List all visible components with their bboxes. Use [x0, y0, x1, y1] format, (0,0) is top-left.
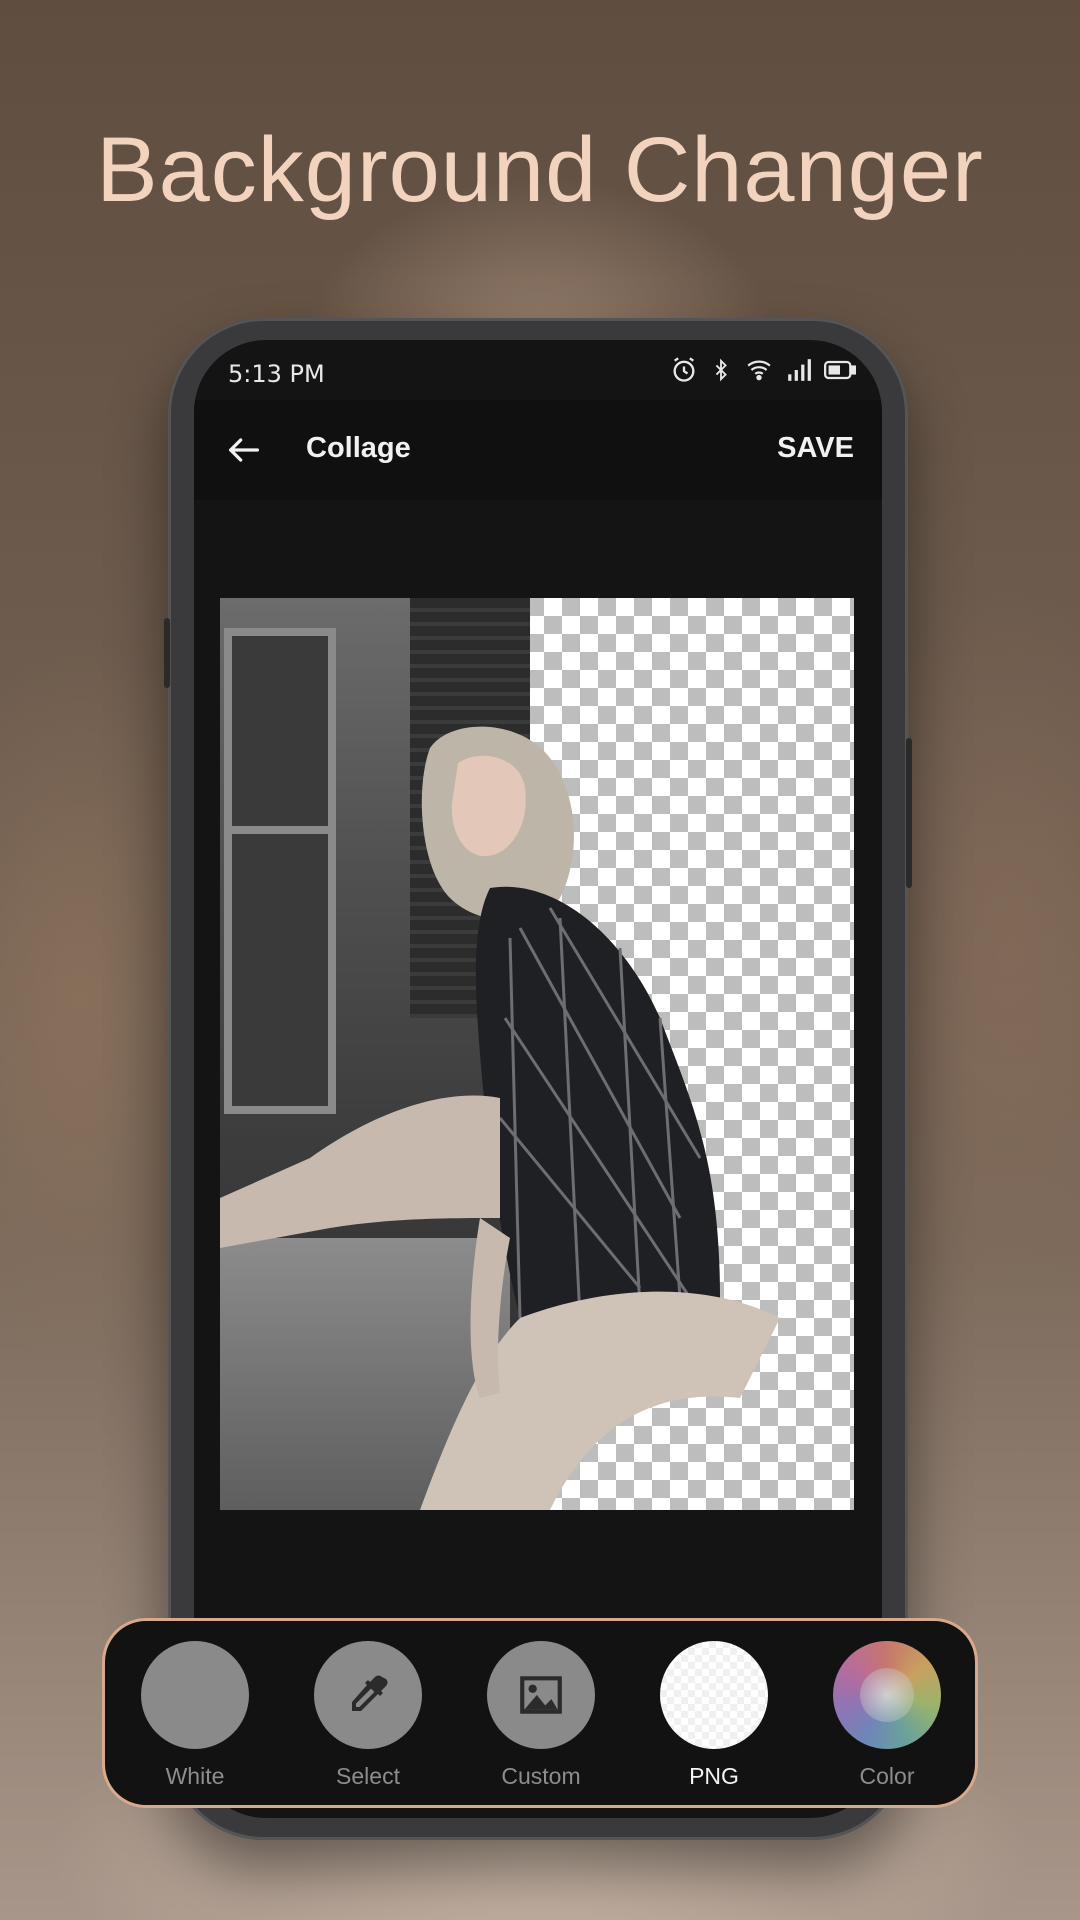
white-swatch [141, 1641, 249, 1749]
option-select[interactable]: Select [308, 1641, 428, 1790]
save-button[interactable]: SAVE [777, 432, 854, 465]
signal-icon [788, 359, 811, 381]
transparent-checker-swatch [660, 1641, 768, 1749]
option-custom[interactable]: Custom [481, 1641, 601, 1790]
wifi-icon [747, 360, 771, 381]
option-white[interactable]: White [135, 1641, 255, 1790]
color-wheel-icon [833, 1641, 941, 1749]
color-wheel-center [860, 1668, 914, 1722]
option-label: Select [336, 1763, 400, 1789]
phone-side-button [164, 618, 170, 688]
subject-cutout [220, 726, 780, 1510]
battery-icon [824, 360, 856, 380]
image-icon [520, 1676, 562, 1714]
phone-side-button [906, 738, 912, 888]
phone-frame: 5:13 PM Collage SAVE [164, 318, 912, 1840]
background-options-panel: White Select Custom PNG Color [102, 1618, 978, 1808]
phone-screen: 5:13 PM Collage SAVE [194, 340, 882, 1818]
alarm-icon [673, 357, 695, 382]
custom-swatch [487, 1641, 595, 1749]
option-label: Color [859, 1763, 915, 1789]
select-swatch [314, 1641, 422, 1749]
headline: Background Changer [96, 119, 984, 221]
status-time: 5:13 PM [228, 360, 325, 388]
option-png[interactable]: PNG [654, 1641, 774, 1790]
bluetooth-icon [715, 358, 727, 382]
app-bar: Collage SAVE [194, 400, 882, 500]
arrow-left-icon[interactable] [224, 430, 264, 470]
eyedropper-icon [352, 1675, 388, 1711]
edited-photo-canvas[interactable] [220, 598, 854, 1510]
status-bar: 5:13 PM [194, 340, 882, 400]
page-title: Collage [306, 432, 411, 464]
option-label: Custom [501, 1763, 581, 1789]
option-label: PNG [689, 1763, 739, 1789]
option-label: White [165, 1763, 225, 1789]
option-color[interactable]: Color [827, 1641, 947, 1790]
